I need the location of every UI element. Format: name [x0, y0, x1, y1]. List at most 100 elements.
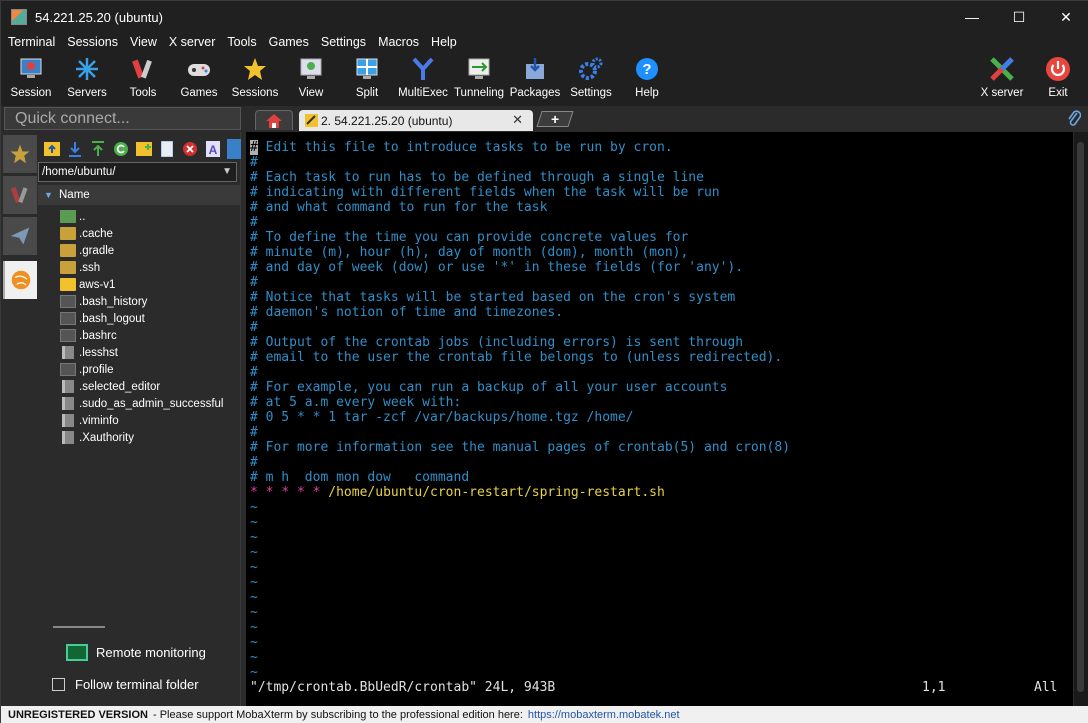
empty-line-marker: ~ [250, 560, 258, 575]
file-list-item[interactable]: .profile [60, 361, 114, 378]
minimize-button[interactable]: — [949, 1, 995, 33]
servers-button[interactable]: Servers [59, 53, 115, 103]
macros-side-tab[interactable] [3, 217, 37, 255]
remote-monitoring-button[interactable]: Remote monitoring [66, 642, 246, 662]
file-list-item[interactable]: .viminfo [60, 412, 119, 429]
menu-help[interactable]: Help [431, 35, 457, 49]
games-button[interactable]: Games [171, 53, 227, 103]
session-tab[interactable]: 2. 54.221.25.20 (ubuntu) ✕ [299, 110, 533, 131]
chevron-down-icon[interactable]: ▼ [222, 163, 232, 181]
file-list-item[interactable]: .. [60, 208, 85, 225]
scrollbar-thumb[interactable] [1077, 142, 1084, 692]
sessions-side-tab[interactable] [3, 135, 37, 173]
session-button[interactable]: Session [3, 53, 59, 103]
name-column-label: Name [59, 189, 90, 201]
split-button[interactable]: Split [339, 53, 395, 103]
document-icon [62, 414, 74, 427]
file-list-item[interactable]: .cache [60, 225, 113, 242]
file-list-item[interactable]: .lesshst [60, 344, 118, 361]
servers-label: Servers [67, 87, 107, 99]
close-button[interactable]: ✕ [1043, 1, 1088, 33]
follow-terminal-label: Follow terminal folder [75, 676, 199, 692]
terminal-line: # [250, 455, 258, 470]
parent-folder-icon[interactable] [43, 140, 61, 158]
delete-icon[interactable] [181, 140, 199, 158]
settings-button[interactable]: Settings [563, 53, 619, 103]
file-list-item[interactable]: .ssh [60, 259, 100, 276]
properties-icon[interactable] [227, 139, 241, 159]
packages-button[interactable]: Packages [507, 53, 563, 103]
terminal-line: # Each task to run has to be defined thr… [250, 170, 704, 185]
x-server-button[interactable]: X server [974, 53, 1030, 103]
mobatek-link[interactable]: https://mobaxterm.mobatek.net [528, 709, 680, 721]
support-message: - Please support MobaXterm by subscribin… [152, 708, 523, 721]
file-list-item[interactable]: .gradle [60, 242, 114, 259]
menu-sessions[interactable]: Sessions [67, 35, 118, 49]
file-name: .Xauthority [79, 431, 134, 444]
name-column-header[interactable]: ▼ Name [38, 185, 241, 205]
svg-text:A: A [209, 143, 218, 157]
terminal-scrollbar[interactable] [1074, 132, 1088, 706]
file-name: .. [79, 210, 86, 223]
vim-status-file: "/tmp/crontab.BbUedR/crontab" 24L, 943B [250, 680, 556, 695]
sftp-side-tab[interactable] [3, 261, 37, 299]
vim-cursor-position: 1,1 [922, 680, 946, 695]
tools-icon [10, 186, 28, 204]
help-button[interactable]: ? Help [619, 53, 675, 103]
rename-icon[interactable]: A [204, 140, 222, 158]
menu-macros[interactable]: Macros [378, 35, 419, 49]
multiexec-label: MultiExec [398, 87, 448, 99]
globe-icon [11, 270, 31, 290]
file-list-item[interactable]: .bash_logout [60, 310, 145, 327]
menu-games[interactable]: Games [269, 35, 309, 49]
session-tab-close-icon[interactable]: ✕ [512, 112, 523, 128]
session-tab-label: 2. 54.221.25.20 (ubuntu) [321, 113, 453, 128]
terminal-line: # daemon's notion of time and timezones. [250, 305, 564, 320]
parent-dir-icon [60, 210, 76, 223]
new-tab-button[interactable]: + [536, 111, 574, 127]
new-file-icon[interactable] [158, 140, 176, 158]
tools-side-tab[interactable] [3, 176, 37, 214]
file-list-item[interactable]: .bashrc [60, 327, 117, 344]
terminal-cursor: # [250, 140, 258, 155]
upload-icon[interactable] [89, 140, 107, 158]
monitor-icon [66, 643, 88, 661]
path-input[interactable]: /home/ubuntu/ ▼ [38, 162, 237, 182]
games-icon [188, 64, 210, 76]
file-list-item[interactable]: .sudo_as_admin_successful [60, 395, 223, 412]
file-name: .selected_editor [79, 380, 161, 393]
file-list-item[interactable]: .Xauthority [60, 429, 134, 446]
exit-button[interactable]: Exit [1030, 53, 1086, 103]
menu-view[interactable]: View [130, 35, 157, 49]
terminal-line: # Edit this file to introduce tasks to b… [250, 140, 673, 155]
tools-button[interactable]: Tools [115, 53, 171, 103]
file-list-item[interactable]: .selected_editor [60, 378, 160, 395]
new-folder-icon[interactable] [135, 140, 153, 158]
download-icon[interactable] [66, 140, 84, 158]
terminal-line: # [250, 155, 258, 170]
home-tab[interactable] [255, 110, 293, 130]
quick-connect-input[interactable]: Quick connect... [4, 107, 241, 130]
menu-terminal[interactable]: Terminal [8, 35, 55, 49]
tunneling-button[interactable]: Tunneling [451, 53, 507, 103]
file-name: .gradle [79, 244, 115, 257]
menu-settings[interactable]: Settings [321, 35, 366, 49]
attach-icon[interactable] [1067, 109, 1082, 132]
ssh-session-icon [305, 114, 318, 127]
sessions-button[interactable]: Sessions [227, 53, 283, 103]
multiexec-button[interactable]: MultiExec [395, 53, 451, 103]
menu-x-server[interactable]: X server [169, 35, 216, 49]
path-value: /home/ubuntu/ [42, 166, 116, 178]
refresh-icon[interactable] [112, 140, 130, 158]
status-bar: UNREGISTERED VERSION - Please support Mo… [1, 706, 1088, 723]
file-list-item[interactable]: .bash_history [60, 293, 147, 310]
menu-tools[interactable]: Tools [227, 35, 256, 49]
file-list-item[interactable]: aws-v1 [60, 276, 115, 293]
sftp-toolbar: A [38, 135, 241, 163]
maximize-button[interactable]: ☐ [996, 1, 1042, 33]
terminal-line: # 0 5 * * 1 tar -zcf /var/backups/home.t… [250, 410, 634, 425]
terminal-pane[interactable]: # Edit this file to introduce tasks to b… [246, 132, 1073, 706]
follow-terminal-folder-checkbox[interactable]: Follow terminal folder [52, 674, 242, 694]
terminal-line: # [250, 425, 258, 440]
view-button[interactable]: View [283, 53, 339, 103]
